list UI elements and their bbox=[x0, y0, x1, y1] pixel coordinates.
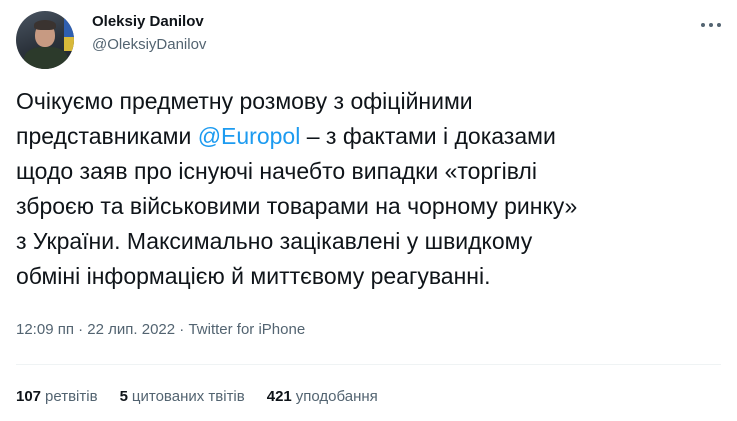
quotes-label: цитованих твітів bbox=[131, 388, 245, 405]
tweet-line: обміні інформацією й миттєвому реагуванн… bbox=[16, 263, 491, 289]
tweet-time[interactable]: 12:09 пп bbox=[16, 321, 74, 338]
tweet-header: Oleksiy Danilov @OleksiyDanilov bbox=[16, 11, 721, 69]
mention-link[interactable]: @Europol bbox=[198, 123, 301, 149]
retweets-label: ретвітів bbox=[45, 388, 98, 405]
meta-sep: · bbox=[175, 321, 189, 338]
likes-stat[interactable]: 421 уподобання bbox=[267, 387, 378, 407]
meta-sep: · bbox=[73, 321, 88, 338]
likes-count: 421 bbox=[266, 388, 292, 405]
retweets-stat[interactable]: 107 ретвітів bbox=[16, 387, 98, 407]
flag-yellow-part bbox=[64, 37, 74, 51]
tweet-line: зброєю та військовими товарами на чорном… bbox=[16, 193, 578, 219]
dot bbox=[709, 23, 713, 27]
tweet-text-segment: представниками bbox=[16, 123, 198, 149]
tweet-date[interactable]: 22 лип. 2022 bbox=[87, 321, 175, 338]
tweet-card: Oleksiy Danilov @OleksiyDanilov Очікуємо… bbox=[0, 0, 737, 421]
tweet-line: з України. Максимально зацікавлені у шви… bbox=[16, 228, 533, 254]
tweet-stats: 107 ретвітів 5 цитованих твітів 421 уподоба… bbox=[16, 387, 378, 407]
more-dots-icon[interactable] bbox=[701, 15, 721, 35]
tweet-source[interactable]: Twitter for iPhone bbox=[188, 321, 305, 338]
divider bbox=[16, 364, 721, 365]
likes-label: уподобання bbox=[295, 388, 378, 405]
tweet-text: Очікуємо предметну розмову з офіційними … bbox=[16, 84, 716, 294]
tweet-line: представниками @Europol – з фактами і до… bbox=[16, 119, 716, 154]
avatar-hair bbox=[34, 20, 56, 30]
author-names: Oleksiy Danilov @OleksiyDanilov bbox=[92, 12, 206, 55]
tweet-line: щодо заяв про існуючі начебто випадки «т… bbox=[16, 158, 537, 184]
dot bbox=[717, 23, 721, 27]
dot bbox=[701, 23, 705, 27]
tweet-meta: 12:09 пп · 22 лип. 2022 · Twitter for iP… bbox=[16, 320, 305, 340]
quotes-stat[interactable]: 5 цитованих твітів bbox=[120, 387, 245, 407]
flag-blue-part bbox=[64, 15, 74, 37]
author-display-name[interactable]: Oleksiy Danilov bbox=[92, 12, 206, 32]
tweet-line: Очікуємо предметну розмову з офіційними bbox=[16, 88, 473, 114]
avatar-body bbox=[24, 47, 68, 69]
author-handle[interactable]: @OleksiyDanilov bbox=[92, 35, 206, 55]
retweets-count: 107 bbox=[16, 388, 42, 405]
tweet-text-segment: – з фактами і доказами bbox=[300, 123, 556, 149]
avatar[interactable] bbox=[16, 11, 74, 69]
quotes-count: 5 bbox=[119, 388, 128, 405]
